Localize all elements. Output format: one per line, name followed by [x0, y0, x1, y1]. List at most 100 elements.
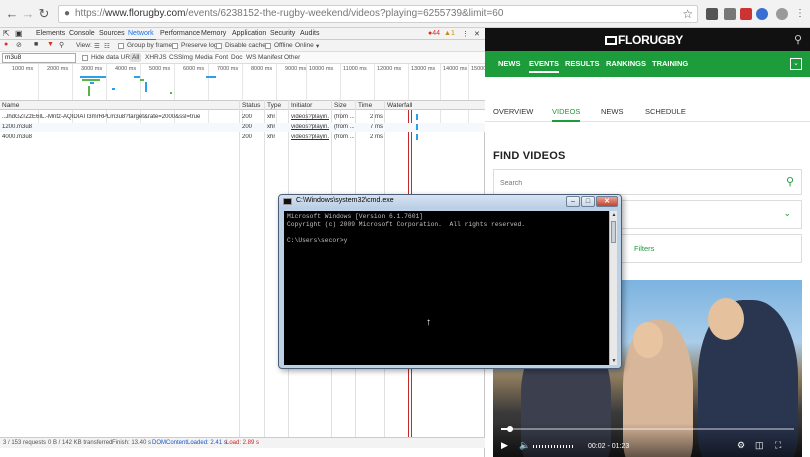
video-controls: ▶ 🔈 00:02 - 01:23 ⚙ ◫ ⛶	[493, 423, 802, 457]
overview-tick: 5000 ms	[149, 66, 171, 72]
address-bar[interactable]: ● https://www.florugby.com/events/623815…	[58, 5, 698, 23]
nav-rankings[interactable]: RANKINGS	[606, 59, 646, 68]
tab-application[interactable]: Application	[232, 30, 266, 37]
hide-data-urls-checkbox[interactable]	[82, 55, 88, 61]
minimize-button[interactable]: –	[566, 196, 580, 207]
devtools-menu-icon[interactable]: ⋮	[462, 30, 469, 38]
type-filter-media[interactable]: Media	[193, 53, 215, 62]
florugby-logo[interactable]: FLORUGBY	[605, 33, 683, 47]
subtab-overview[interactable]: OVERVIEW	[493, 107, 533, 116]
filter-input[interactable]: m3u8	[2, 53, 76, 63]
extension-shield-icon[interactable]	[756, 8, 768, 20]
profile-avatar-icon[interactable]	[776, 8, 788, 20]
nav-results[interactable]: RESULTS	[565, 59, 599, 68]
warning-count-badge[interactable]: ▲1	[444, 30, 455, 37]
camera-icon[interactable]: ■	[34, 41, 38, 48]
extension-chat-icon[interactable]	[724, 8, 736, 20]
extension-red-icon[interactable]	[740, 8, 752, 20]
devtools-close-icon[interactable]: ✕	[474, 30, 480, 38]
filter-funnel-icon[interactable]: ▼	[47, 41, 54, 48]
col-initiator[interactable]: Initiator	[291, 102, 312, 109]
back-arrow-icon[interactable]: ←	[4, 6, 20, 22]
volume-icon[interactable]: 🔈	[519, 440, 530, 451]
cmd-scrollbar[interactable]: ▲ ▼	[609, 211, 617, 365]
volume-slider[interactable]	[533, 445, 575, 448]
tab-console[interactable]: Console	[69, 30, 95, 37]
tab-sources[interactable]: Sources	[99, 30, 125, 37]
reload-icon[interactable]: ↻	[36, 6, 52, 22]
type-filter-other[interactable]: Other	[282, 53, 302, 62]
type-filter-font[interactable]: Font	[213, 53, 230, 62]
error-count-badge[interactable]: ●44	[428, 30, 440, 37]
site-search-icon[interactable]: ⚲	[794, 33, 802, 46]
group-by-frame-checkbox[interactable]	[118, 43, 124, 49]
video-scrubber-handle[interactable]	[506, 426, 513, 432]
request-initiator-link[interactable]: videos?playin...	[291, 114, 329, 120]
view-waterfall-icon[interactable]: ☷	[104, 42, 110, 50]
type-filter-doc[interactable]: Doc	[229, 53, 245, 62]
nav-events[interactable]: EVENTS	[529, 59, 560, 73]
video-progress-bar[interactable]	[501, 426, 794, 432]
search-icon[interactable]: ⚲	[59, 41, 64, 49]
type-filter-manifest[interactable]: Manifest	[256, 53, 285, 62]
disable-cache-checkbox[interactable]	[216, 43, 222, 49]
scroll-up-arrow-icon[interactable]: ▲	[611, 212, 617, 218]
tab-security[interactable]: Security	[270, 30, 295, 37]
col-size[interactable]: Size	[334, 102, 347, 109]
menu-kebab-icon[interactable]: ⋮	[794, 8, 806, 20]
search-icon[interactable]: ⚲	[786, 175, 794, 188]
subtab-schedule[interactable]: SCHEDULE	[645, 107, 686, 116]
overview-tick: 10000 ms	[309, 66, 334, 72]
request-row[interactable]: 1200.m3u8 200 xhr videos?playin... (from…	[0, 123, 485, 132]
col-name[interactable]: Name	[2, 102, 19, 109]
overview-tick: 2000 ms	[47, 66, 69, 72]
scrollbar-thumb[interactable]	[611, 221, 616, 243]
nav-news[interactable]: NEWS	[498, 59, 521, 68]
type-filter-all[interactable]: All	[130, 53, 142, 62]
throttling-chevron-icon[interactable]: ▾	[316, 42, 319, 50]
close-button[interactable]: ✕	[596, 196, 618, 207]
col-waterfall[interactable]: Waterfall	[387, 102, 412, 109]
forward-arrow-icon[interactable]: →	[20, 6, 36, 22]
tab-memory[interactable]: Memory	[201, 30, 226, 37]
view-list-icon[interactable]: ☰	[94, 42, 100, 50]
maximize-button[interactable]: □	[581, 196, 595, 207]
throttling-select[interactable]: Online	[295, 42, 314, 49]
request-type: xhr	[267, 124, 276, 130]
tab-audits[interactable]: Audits	[300, 30, 319, 37]
subtab-news[interactable]: NEWS	[601, 107, 624, 116]
overview-tick: 8000 ms	[251, 66, 273, 72]
scroll-down-arrow-icon[interactable]: ▼	[611, 358, 617, 364]
nav-expand-chevron-icon[interactable]: ⌄	[790, 58, 802, 70]
bookmark-star-icon[interactable]: ☆	[682, 7, 693, 21]
settings-gear-icon[interactable]: ⚙	[737, 440, 745, 451]
nav-training[interactable]: TRAINING	[652, 59, 688, 68]
overview-bar	[90, 82, 94, 84]
tab-performance[interactable]: Performance	[160, 30, 200, 37]
tab-network[interactable]: Network	[126, 30, 156, 40]
request-initiator-link[interactable]: videos?playin...	[291, 124, 329, 130]
preserve-log-checkbox[interactable]	[172, 43, 178, 49]
subtab-videos[interactable]: VIDEOS	[552, 107, 581, 122]
overview-tick: 6000 ms	[183, 66, 205, 72]
request-initiator-link[interactable]: videos?playin...	[291, 134, 329, 140]
device-toggle-icon[interactable]: ▣	[15, 29, 23, 38]
extension-cast-icon[interactable]	[706, 8, 718, 20]
picture-in-picture-icon[interactable]: ◫	[755, 440, 764, 451]
video-search-input[interactable]	[500, 176, 760, 190]
fullscreen-icon[interactable]: ⛶	[775, 440, 781, 451]
clear-icon[interactable]: ⊘	[16, 41, 22, 49]
request-row[interactable]: 4000.m3u8 200 xhr videos?playin... (from…	[0, 133, 485, 142]
record-icon[interactable]: ●	[4, 41, 8, 48]
col-type[interactable]: Type	[267, 102, 281, 109]
inspect-icon[interactable]: ⇱	[3, 29, 10, 38]
tab-elements[interactable]: Elements	[36, 30, 65, 37]
cmd-console[interactable]: Microsoft Windows [Version 6.1.7601] Copy…	[284, 211, 609, 365]
col-status[interactable]: Status	[242, 102, 260, 109]
cmd-titlebar[interactable]: C:\Windows\system32\cmd.exe – □ ✕	[279, 195, 621, 209]
offline-checkbox[interactable]	[265, 43, 271, 49]
play-icon[interactable]: ▶	[501, 440, 508, 451]
col-time[interactable]: Time	[358, 102, 372, 109]
cmd-window[interactable]: C:\Windows\system32\cmd.exe – □ ✕ Micros…	[278, 194, 622, 369]
request-row[interactable]: ..JhdGZrZzE6IL.-Mntz-AQIDIATI3mrRPLm3u8?…	[0, 113, 485, 122]
